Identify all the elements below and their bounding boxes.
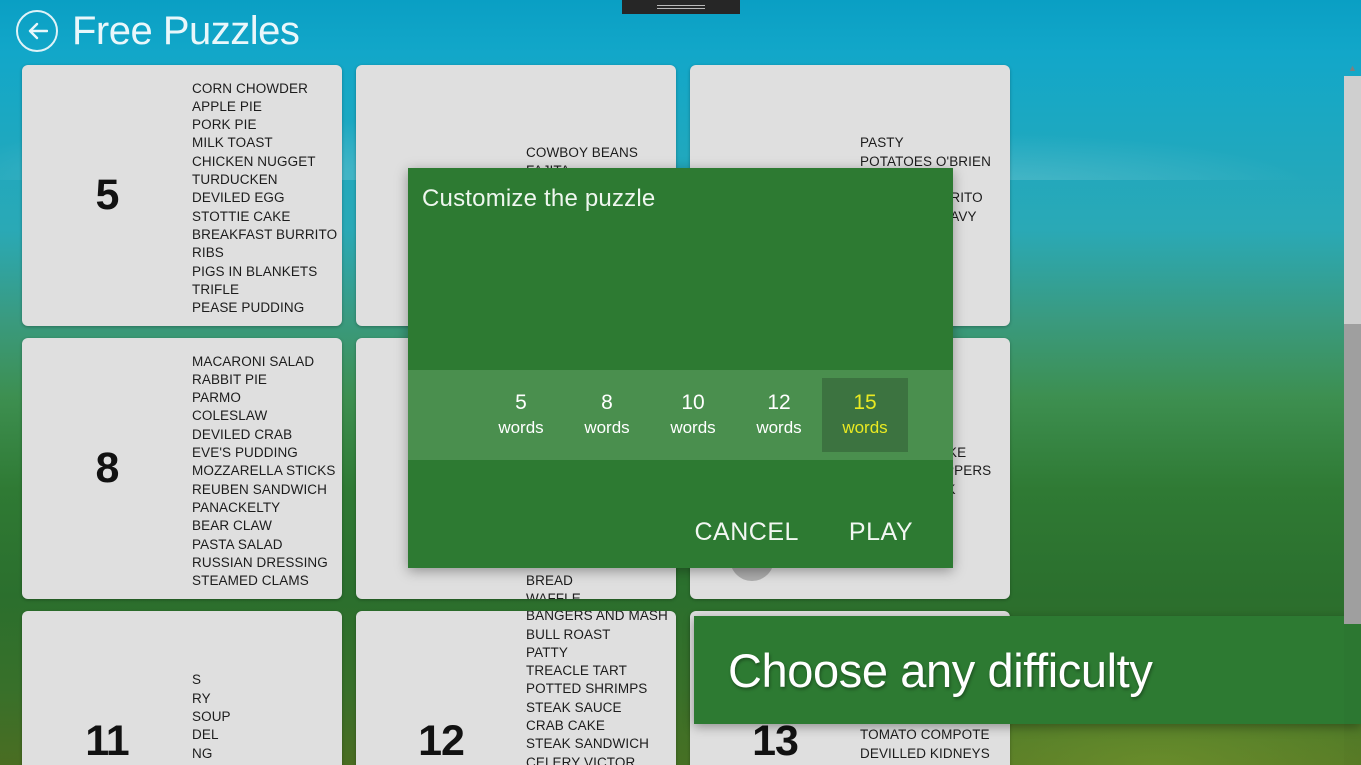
word-item: RY [192,690,211,706]
tile-word-list: MACARONI SALAD RABBIT PIE PARMO COLESLAW DEV… [192,338,342,599]
puzzle-tile[interactable]: 12 BANGERS AND MASH BULL ROAST PATTY TREACLE… [356,611,676,765]
word-item: PARMO [192,390,242,406]
option-label: words [842,417,888,437]
scrollbar-track[interactable] [1344,76,1361,765]
word-item: DEVILLED KIDNEYS [860,745,990,761]
word-item: MILK TOAST [192,135,273,151]
back-button[interactable] [16,10,58,52]
word-item: STEAK SANDWICH [526,736,649,752]
tile-word-list: BANGERS AND MASH BULL ROAST PATTY TREACLE T… [526,611,676,765]
word-item: SOUP [192,708,231,724]
word-item: BREAD [526,573,574,589]
tile-number: 12 [418,717,465,765]
word-item: PORK PIE [192,117,257,133]
word-item: APPLE PIE [192,98,262,114]
page-title: Free Puzzles [72,8,300,53]
scroll-up-arrow-icon[interactable]: ▲ [1348,62,1357,76]
tile-number: 5 [95,171,120,219]
word-item: TOMATO COMPOTE [860,727,990,743]
word-item: CRAB CAKE [526,718,605,734]
word-item: REUBEN SANDWICH [192,481,328,497]
word-item: WAFFLE [526,591,581,599]
scrollbar-thumb[interactable] [1344,76,1361,324]
app-root: Free Puzzles 5 CORN CHOWDER APPLE PIE PORK … [0,0,1361,765]
word-count-option-10[interactable]: 10 words [650,378,736,452]
option-label: words [498,417,544,437]
dialog-lower-spacer [408,460,953,496]
caption-banner: Choose any difficulty [694,616,1361,724]
word-item: BEAR CLAW [192,518,272,534]
word-count-option-12[interactable]: 12 words [736,378,822,452]
cancel-button[interactable]: CANCEL [695,518,799,547]
word-item: BULL ROAST [526,626,611,642]
puzzle-tile[interactable]: 8 MACARONI SALAD RABBIT PIE PARMO COLESLAW DE… [22,338,342,599]
handle-lines-icon [657,3,705,11]
option-count: 15 [853,390,877,414]
app-top-handle[interactable] [622,0,740,14]
word-item: EVE'S PUDDING [192,445,298,461]
tile-number: 11 [85,717,129,765]
word-item: PASTA SALAD [192,536,283,552]
back-arrow-icon [26,21,48,41]
word-item: CHICKEN NUGGET [192,153,316,169]
word-item: STEAK SAUCE [526,699,622,715]
vertical-scrollbar[interactable]: ▲ [1344,62,1361,765]
word-item: TREACLE TART [526,663,627,679]
word-item: STEAMED CLAMS [192,573,309,589]
play-button[interactable]: PLAY [849,518,913,547]
word-item: COWBOY BEANS [526,144,638,160]
tile-word-list: CORN CHOWDER APPLE PIE PORK PIE MILK TOAST C… [192,65,342,326]
word-count-option-8[interactable]: 8 words [564,378,650,452]
word-item: PASTY [860,135,904,151]
option-label: words [670,417,716,437]
word-item: BREAKFAST BURRITO [192,226,338,242]
word-item: DEVILED EGG [192,190,285,206]
caption-text: Choose any difficulty [728,643,1153,697]
word-item: RUSSIAN DRESSING [192,554,328,570]
dialog-title: Customize the puzzle [422,185,656,212]
word-item: NG [192,745,213,761]
word-item: PATTY [526,644,569,660]
word-item: STOTTIE CAKE [192,208,291,224]
option-count: 8 [601,390,613,414]
puzzle-tile[interactable]: 5 CORN CHOWDER APPLE PIE PORK PIE MILK TOAST… [22,65,342,326]
word-item: PANACKELTY [192,499,281,515]
word-item: MACARONI SALAD [192,353,315,369]
word-item: CELERY VICTOR [526,754,636,765]
word-item: TURDUCKEN [192,172,278,188]
word-item: DEVILED CRAB [192,426,293,442]
puzzle-tile[interactable]: 11SRYSOUPDELNGPUMPKIN PIEBLUE-PLATE SPEC… [22,611,342,765]
word-item: MOZZARELLA STICKS [192,463,336,479]
word-item: RIBS [192,245,224,261]
word-item: S [192,672,202,688]
option-count: 10 [681,390,705,414]
word-count-option-5[interactable]: 5 words [478,378,564,452]
option-count: 12 [767,390,791,414]
option-label: words [584,417,630,437]
word-item: COLESLAW [192,408,268,424]
dialog-actions: CANCEL PLAY [408,496,953,568]
tile-number: 8 [95,444,120,492]
option-label: words [756,417,802,437]
option-count: 5 [515,390,527,414]
word-item: TRIFLE [192,281,240,297]
scrollbar-track-filled [1344,324,1361,624]
word-item: RABBIT PIE [192,371,268,387]
word-item: PEASE PUDDING [192,300,305,316]
word-count-option-15[interactable]: 15 words [822,378,908,452]
word-item: CORN CHOWDER [192,80,308,96]
word-count-options[interactable]: 5 words 8 words 10 words 12 words 15 words [408,370,953,460]
word-item: BANGERS AND MASH [526,611,668,624]
word-item: DEL [192,727,219,743]
tile-word-list: SRYSOUPDELNGPUMPKIN PIEBLUE-PLATE SPECIA… [192,611,342,765]
word-item: POTTED SHRIMPS [526,681,648,697]
word-item: PIGS IN BLANKETS [192,263,318,279]
customize-puzzle-dialog: Customize the puzzle 5 words 8 words 10 words… [408,168,953,568]
dialog-upper-spacer [408,213,953,370]
